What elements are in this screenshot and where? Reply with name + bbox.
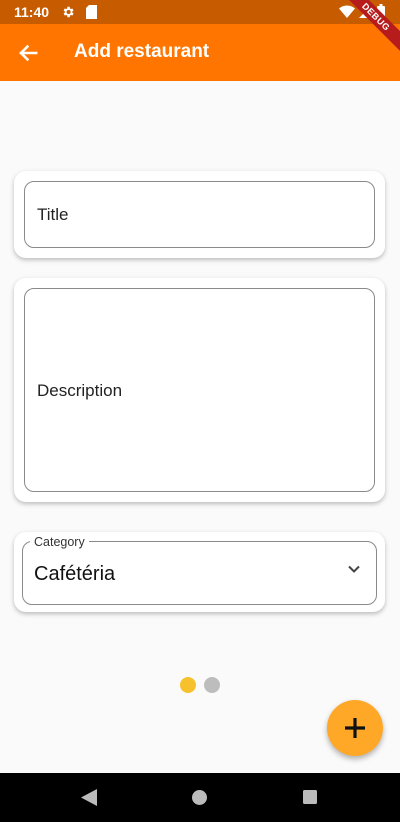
nav-recents-icon[interactable] [303, 790, 317, 804]
page-title: Add restaurant [74, 41, 210, 62]
plus-icon [345, 718, 365, 738]
debug-label: DEBUG [340, 0, 400, 58]
chevron-down-icon[interactable] [347, 564, 361, 574]
description-placeholder: Description [37, 381, 123, 400]
nav-back-icon[interactable] [81, 789, 97, 806]
nav-home-icon[interactable] [192, 790, 207, 805]
status-time: 11:40 [14, 4, 50, 20]
sd-card-icon [86, 5, 97, 19]
category-label: Category [30, 535, 89, 549]
gear-icon [63, 6, 74, 18]
system-nav-bar [0, 773, 400, 822]
title-input[interactable]: Title [24, 181, 375, 248]
debug-banner: DEBUG [340, 0, 400, 60]
page-indicator-dot-2 [204, 677, 220, 693]
category-card: Category Cafétéria [14, 532, 385, 612]
category-value: Cafétéria [34, 563, 116, 585]
description-input[interactable]: Description [24, 288, 375, 492]
add-fab-button[interactable] [327, 700, 383, 756]
page-indicator-dot-1 [180, 677, 196, 693]
arrow-back-icon[interactable] [14, 39, 42, 67]
title-placeholder: Title [37, 205, 69, 224]
title-card: Title [14, 171, 385, 258]
description-card: Description [14, 278, 385, 502]
